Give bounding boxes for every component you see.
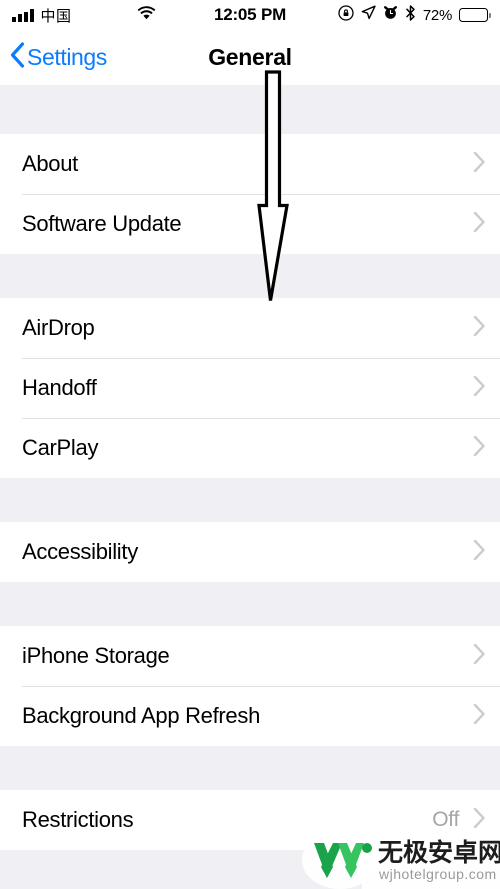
table-row[interactable]: iPhone Storage [0, 626, 500, 686]
chevron-right-icon [473, 435, 486, 462]
chevron-right-icon [473, 807, 486, 834]
table-row[interactable]: Handoff [0, 358, 500, 418]
chevron-right-icon [473, 151, 486, 178]
watermark-site-name: 无极安卓网 [378, 838, 500, 867]
status-bar: 中国 12:05 PM 72% [0, 0, 500, 30]
location-arrow-icon [361, 5, 376, 25]
row-label: About [22, 151, 78, 176]
navigation-bar: Settings General [0, 30, 500, 85]
chevron-right-icon [473, 315, 486, 342]
watermark: 无极安卓网 wjhotelgroup.com [300, 831, 500, 889]
battery-percent-label: 72% [422, 6, 452, 24]
row-label: Restrictions [22, 807, 134, 832]
settings-group: Accessibility [0, 522, 500, 582]
iphone-settings-screen: 中国 12:05 PM 72% Settings General About S… [0, 0, 500, 889]
table-row[interactable]: Accessibility [0, 522, 500, 582]
chevron-right-icon [473, 643, 486, 670]
table-row[interactable]: CarPlay [0, 418, 500, 478]
wifi-icon [137, 5, 156, 25]
chevron-right-icon [473, 375, 486, 402]
row-label: AirDrop [22, 315, 95, 340]
row-label: Software Update [22, 211, 182, 236]
watermark-site-url: wjhotelgroup.com [378, 866, 497, 882]
table-row[interactable]: About [0, 134, 500, 194]
section-gap [0, 746, 500, 790]
row-label: Handoff [22, 375, 97, 400]
settings-group: iPhone Storage Background App Refresh [0, 626, 500, 746]
settings-group: AirDrop Handoff CarPlay [0, 298, 500, 478]
rotation-lock-icon [338, 4, 354, 26]
row-label: Background App Refresh [22, 703, 260, 728]
row-label: Accessibility [22, 539, 138, 564]
battery-icon [459, 8, 491, 22]
row-value: Off [432, 808, 459, 831]
section-gap [0, 254, 500, 298]
section-gap [0, 582, 500, 626]
table-row[interactable]: AirDrop [0, 298, 500, 358]
status-bar-right: 72% [338, 4, 491, 26]
chevron-right-icon [473, 703, 486, 730]
section-gap [0, 85, 500, 134]
chevron-right-icon [473, 211, 486, 238]
bluetooth-icon [405, 4, 416, 26]
page-title: General [208, 44, 292, 70]
chevron-right-icon [473, 539, 486, 566]
row-label: CarPlay [22, 435, 99, 460]
table-row[interactable]: Software Update [0, 194, 500, 254]
table-row[interactable]: Background App Refresh [0, 686, 500, 746]
settings-group: About Software Update [0, 134, 500, 254]
alarm-clock-icon [383, 5, 398, 25]
settings-list: About Software Update AirDrop Handoff CarPla… [0, 85, 500, 850]
section-gap [0, 478, 500, 522]
row-label: iPhone Storage [22, 643, 170, 668]
